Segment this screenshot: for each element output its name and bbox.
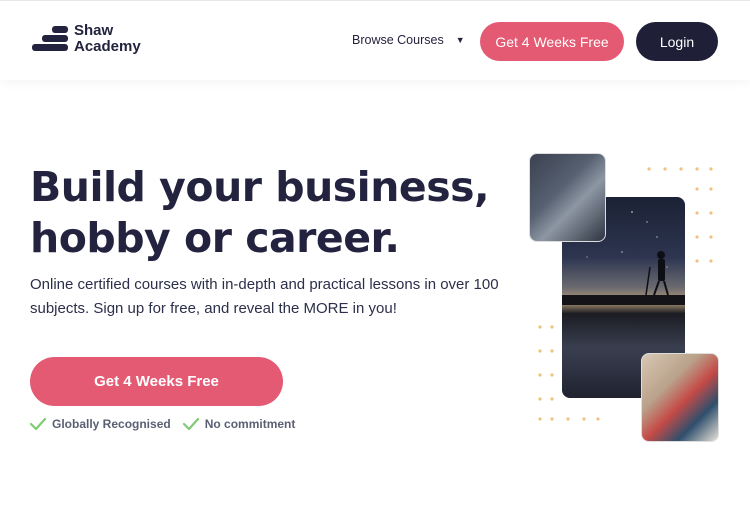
hero-title-line1: Build your business, — [30, 163, 490, 211]
trust-badges: Globally Recognised No commitment — [30, 417, 307, 431]
browse-courses-label: Browse Courses — [352, 33, 444, 47]
logo[interactable]: Shaw Academy — [30, 23, 141, 55]
badge-label: Globally Recognised — [52, 417, 171, 431]
hero-title-line2: hobby or career. — [30, 214, 400, 262]
logo-text-line2: Academy — [74, 38, 141, 55]
site-header: Shaw Academy Browse Courses ▼ Get 4 Week… — [0, 0, 750, 80]
caret-down-icon: ▼ — [455, 35, 465, 45]
people-at-computers-image — [529, 153, 606, 242]
login-button[interactable]: Login — [636, 22, 718, 61]
logo-text: Shaw Academy — [74, 23, 141, 55]
hero-title: Build your business, hobby or career. — [30, 162, 500, 264]
get-free-weeks-button-hero[interactable]: Get 4 Weeks Free — [30, 357, 283, 406]
get-free-weeks-button-header[interactable]: Get 4 Weeks Free — [480, 22, 624, 61]
logo-text-line1: Shaw — [74, 22, 114, 39]
check-icon — [30, 417, 46, 431]
check-icon — [182, 417, 199, 431]
badge-globally-recognised: Globally Recognised — [30, 417, 171, 431]
hero-subtitle: Online certified courses with in-depth a… — [30, 276, 499, 317]
artist-painting-image — [641, 353, 719, 442]
shaw-academy-logo-icon — [32, 26, 68, 51]
badge-no-commitment: No commitment — [182, 417, 296, 431]
browse-courses-dropdown[interactable]: Browse Courses ▼ — [352, 33, 465, 47]
badge-label: No commitment — [204, 417, 296, 431]
